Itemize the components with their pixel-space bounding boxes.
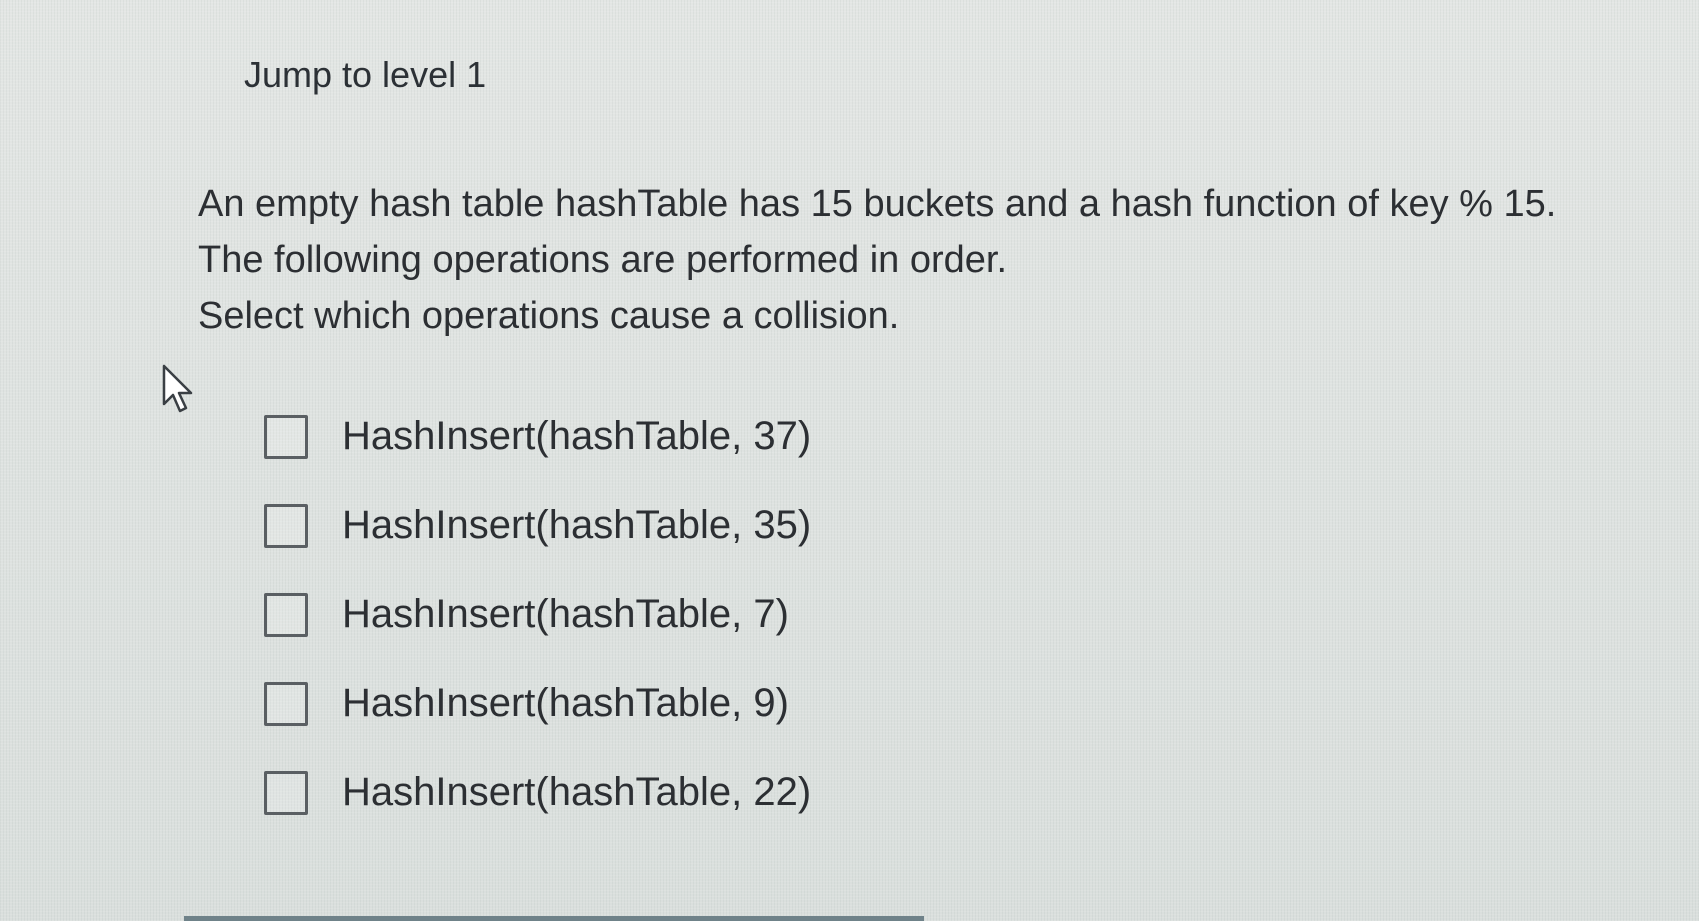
collision-options-list: HashInsert(hashTable, 37) HashInsert(has… [264, 392, 811, 837]
checkbox-icon[interactable] [264, 414, 308, 459]
prompt-line-2: The following operations are performed i… [198, 239, 1008, 281]
option-label: HashInsert(hashTable, 22) [342, 770, 812, 814]
option-insert-37[interactable]: HashInsert(hashTable, 37) [264, 392, 811, 481]
checkbox-icon[interactable] [264, 592, 308, 637]
option-label: HashInsert(hashTable, 37) [342, 414, 812, 458]
option-insert-35[interactable]: HashInsert(hashTable, 35) [264, 481, 811, 570]
option-insert-9[interactable]: HashInsert(hashTable, 9) [264, 659, 811, 748]
prompt-line-1: An empty hash table hashTable has 15 buc… [198, 183, 1557, 225]
prompt-line-3: Select which operations cause a collisio… [198, 295, 900, 337]
option-insert-7[interactable]: HashInsert(hashTable, 7) [264, 570, 811, 659]
checkbox-icon[interactable] [264, 770, 308, 815]
checkbox-icon[interactable] [264, 503, 308, 548]
option-label: HashInsert(hashTable, 7) [342, 592, 789, 636]
option-label: HashInsert(hashTable, 35) [342, 503, 812, 547]
bottom-divider [184, 916, 924, 921]
jump-to-level-link[interactable]: Jump to level 1 [244, 54, 486, 96]
option-insert-22[interactable]: HashInsert(hashTable, 22) [264, 748, 811, 837]
question-prompt: An empty hash table hashTable has 15 buc… [198, 176, 1658, 344]
checkbox-icon[interactable] [264, 681, 308, 726]
option-label: HashInsert(hashTable, 9) [342, 681, 789, 725]
mouse-pointer-icon [162, 364, 193, 413]
